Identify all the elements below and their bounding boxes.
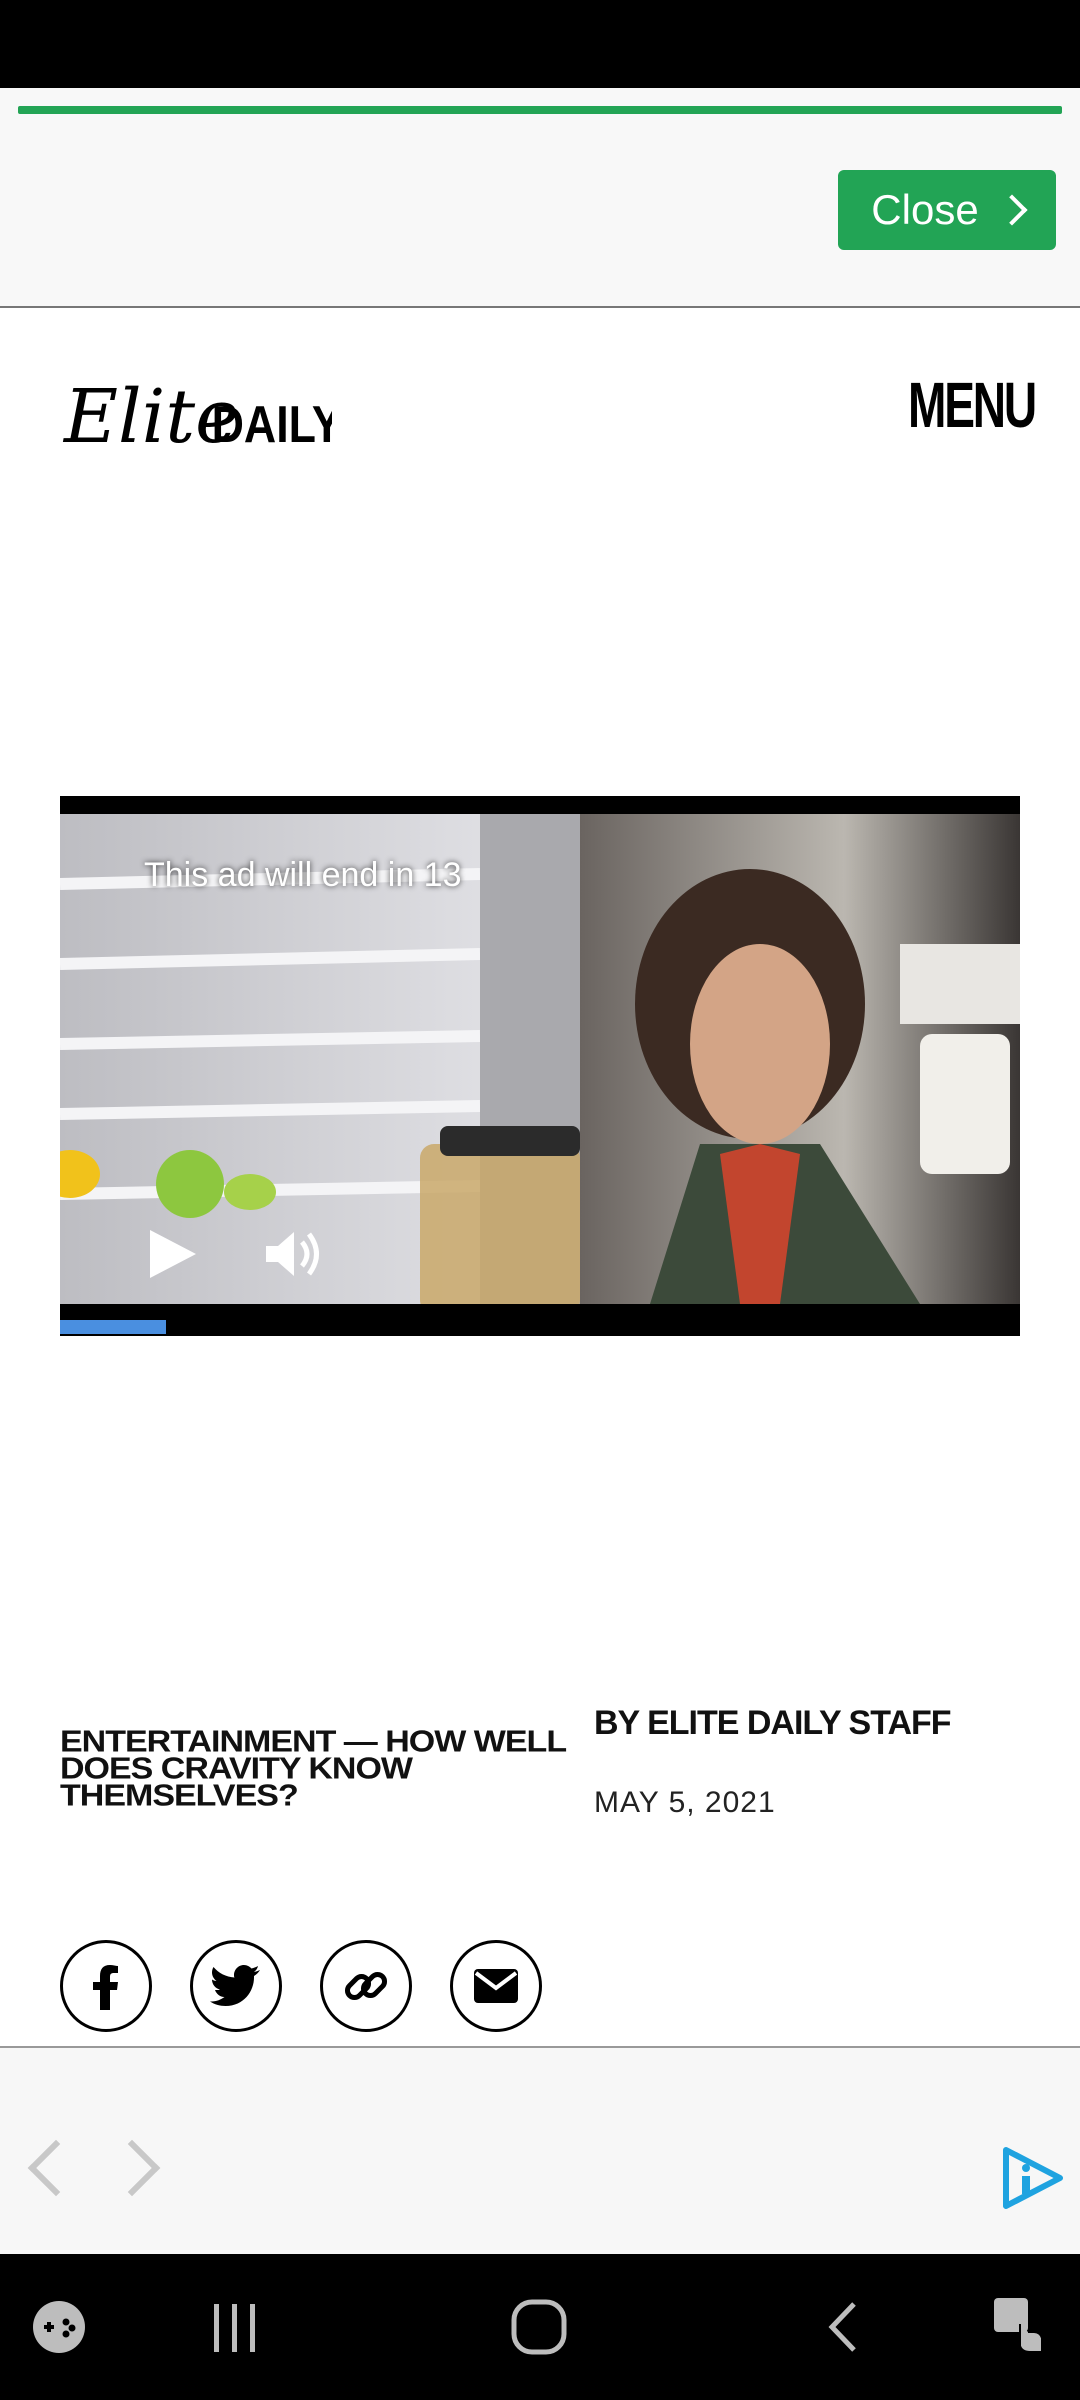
svg-text:DAILY: DAILY [212,396,332,454]
accessibility-icon[interactable] [990,2294,1048,2361]
article-byline: By Elite Daily Staff [594,1704,952,1742]
ad-progress-bar [18,106,1062,114]
site-header: Elite DAILY MENU [0,308,1080,508]
back-icon[interactable] [824,2300,860,2359]
status-bar [0,0,1080,88]
close-button-label: Close [871,186,979,233]
facebook-icon[interactable] [60,1940,152,2032]
video-progress-fill [60,1320,166,1334]
system-navigation-bar [0,2254,1080,2400]
video-ad-player[interactable]: This ad will end in 13 [60,796,1020,1336]
close-ad-button[interactable]: Close [838,170,1056,250]
menu-button[interactable]: MENU [908,368,1037,442]
email-icon[interactable] [450,1940,542,2032]
recents-icon[interactable] [210,2302,260,2359]
volume-icon[interactable] [262,1226,328,1282]
chevron-right-icon[interactable] [103,2139,161,2197]
article-date: MAY 5, 2021 [594,1786,776,1819]
top-ad-banner: Close [0,88,1080,308]
play-icon[interactable] [142,1224,202,1284]
chevron-left-icon[interactable] [27,2139,85,2197]
link-icon[interactable] [320,1940,412,2032]
ad-countdown-text: This ad will end in 13 [144,856,462,894]
elite-daily-logo[interactable]: Elite DAILY [62,360,342,460]
video-progress-bar[interactable] [60,1320,1020,1334]
twitter-icon[interactable] [190,1940,282,2032]
chevron-right-icon [996,194,1028,226]
bottom-ad-banner [0,2048,1080,2254]
game-launcher-icon[interactable] [30,2298,88,2361]
home-icon[interactable] [510,2298,568,2361]
video-frame: This ad will end in 13 [60,814,1020,1304]
adchoices-icon[interactable] [1000,2146,1064,2210]
share-buttons [60,1940,542,2032]
article-headline: Entertainment — How well does Cravity kn… [60,1724,566,1813]
